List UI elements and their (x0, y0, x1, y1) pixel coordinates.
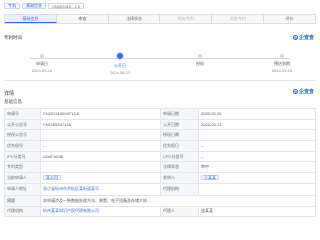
field-label: 代理机构 (5, 206, 41, 217)
table-row: 公开公告号 CN118534713A 公开日期 2025-09-13 (5, 119, 316, 131)
timeline-label: 预估到期 (274, 61, 290, 66)
timeline-node: 公开日 2024-08-13 (90, 52, 150, 75)
field-value: 某公司 (41, 173, 161, 183)
breadcrumb-item[interactable]: 基础信息 (22, 3, 46, 9)
tab-family[interactable]: 同族专利 (212, 15, 265, 23)
field-label: 优先权日 (161, 141, 199, 151)
field-value: 2025-09-13 (199, 119, 316, 130)
tab-basic-info[interactable]: 基础信息 (5, 15, 57, 23)
timeline-node: 授权 (170, 54, 230, 68)
section-divider (4, 80, 316, 81)
field-value (199, 183, 316, 195)
field-label: 授权日期 (161, 130, 199, 141)
inventor-link[interactable]: 王某某 (201, 175, 219, 181)
timeline-label: 授权 (196, 61, 204, 66)
field-value (199, 130, 316, 141)
field-label: IPC分类号 (5, 151, 41, 162)
field-value: 审中 (199, 162, 316, 173)
applicant-link[interactable]: 某公司 (43, 175, 61, 181)
field-label: 当前申请人 (5, 173, 41, 183)
field-label: 发明人 (161, 173, 199, 183)
timeline-node: 预估到期 2044-05-16 (252, 54, 312, 73)
field-value: -- (199, 141, 316, 151)
breadcrumb: 专利 基础信息 CN202410...1.5 (4, 2, 85, 10)
table-row: IPC分类号 G06F16/36 CPC分类号 -- (5, 151, 316, 163)
abstract-value: 本申请涉及一种数据处理方法、装置、电子设备及存储介质…… (41, 195, 316, 206)
field-value: 张某某 (199, 206, 316, 217)
timeline-node: 申请日 2024-05-16 (12, 54, 72, 73)
field-label: 申请日期 (161, 109, 199, 119)
timeline-dot-active (116, 52, 124, 60)
detail-subtitle: 基础信息 (4, 99, 22, 104)
field-value: G06F16/36 (41, 151, 161, 162)
field-label: 公开公告号 (5, 119, 41, 130)
field-value[interactable]: 杭州某某知识产权代理有限公司 (41, 206, 161, 217)
timeline-section-title: 专利时间 (4, 35, 22, 40)
detail-section-title: 详情 (4, 91, 15, 97)
field-label: 授权公告号 (5, 130, 41, 141)
breadcrumb-item[interactable]: 专利 (4, 3, 20, 9)
timeline-date: 2024-08-13 (109, 70, 131, 75)
logo-icon: 企 (292, 35, 298, 40)
timeline-date: 2044-05-16 (271, 68, 293, 73)
field-label: 专利类型 (5, 162, 41, 173)
table-row: 代理机构 杭州某某知识产权代理有限公司 代理人 张某某 (5, 206, 316, 218)
field-label: 代理人 (161, 206, 199, 217)
qcc-link-button[interactable]: 企 企查查 (292, 88, 314, 95)
field-value: -- (41, 141, 161, 151)
table-row: 授权公告号 授权日期 (5, 130, 316, 142)
info-table: 申请号 CN202410604713.8 申请日期 2025-05-26 公开公… (4, 108, 316, 218)
field-label: CPC分类号 (161, 151, 199, 162)
tab-similar[interactable]: 相似专利 (160, 15, 213, 23)
field-value: 王某某 (199, 173, 316, 183)
field-value (41, 162, 161, 173)
table-row: 当前申请人 某公司 发明人 王某某 (5, 173, 316, 184)
field-value (41, 130, 161, 141)
field-label: 法律状态 (161, 162, 199, 173)
field-label: 代理机构 (161, 183, 199, 195)
field-value: 2025-05-26 (199, 109, 316, 119)
tab-review[interactable]: 审查 (57, 15, 109, 23)
field-label: 优先权号 (5, 141, 41, 151)
table-row: 专利类型 法律状态 审中 (5, 162, 316, 174)
tab-bar: 基础信息 审查 法律状态 相似专利 同族专利 评价 (4, 14, 316, 24)
timeline-dot (198, 54, 202, 58)
tab-evaluation[interactable]: 评价 (264, 15, 315, 23)
table-row: 申请人地址 浙江省杭州市余杭区某街道某号 ... 代理机构 (5, 183, 316, 196)
timeline-label: 申请日 (36, 61, 48, 66)
field-value: -- (199, 151, 316, 162)
field-value: CN118534713A (41, 119, 161, 130)
timeline-date: 2024-05-16 (31, 68, 53, 73)
table-row: 摘要 本申请涉及一种数据处理方法、装置、电子设备及存储介质…… (5, 195, 316, 207)
field-value[interactable]: 浙江省杭州市余杭区某街道某号 ... (41, 183, 161, 195)
qcc-link-label: 企查查 (298, 35, 314, 41)
logo-icon: 企 (292, 89, 298, 94)
timeline-dot (40, 54, 44, 58)
tab-legal-status[interactable]: 法律状态 (109, 15, 161, 23)
qcc-link-button[interactable]: 企 企查查 (292, 34, 314, 41)
field-value: CN202410604713.8 (41, 109, 161, 119)
qcc-link-label: 企查查 (298, 89, 314, 95)
field-label: 申请人地址 (5, 183, 41, 195)
timeline-label: 公开日 (114, 63, 126, 68)
table-row: 申请号 CN202410604713.8 申请日期 2025-05-26 (5, 109, 316, 120)
field-label: 申请号 (5, 109, 41, 119)
table-row: 优先权号 -- 优先权日 -- (5, 141, 316, 152)
field-label: 公开日期 (161, 119, 199, 130)
timeline-dot (280, 54, 284, 58)
field-label: 摘要 (5, 195, 41, 206)
patent-code-chip: CN202410...1.5 (48, 3, 85, 9)
